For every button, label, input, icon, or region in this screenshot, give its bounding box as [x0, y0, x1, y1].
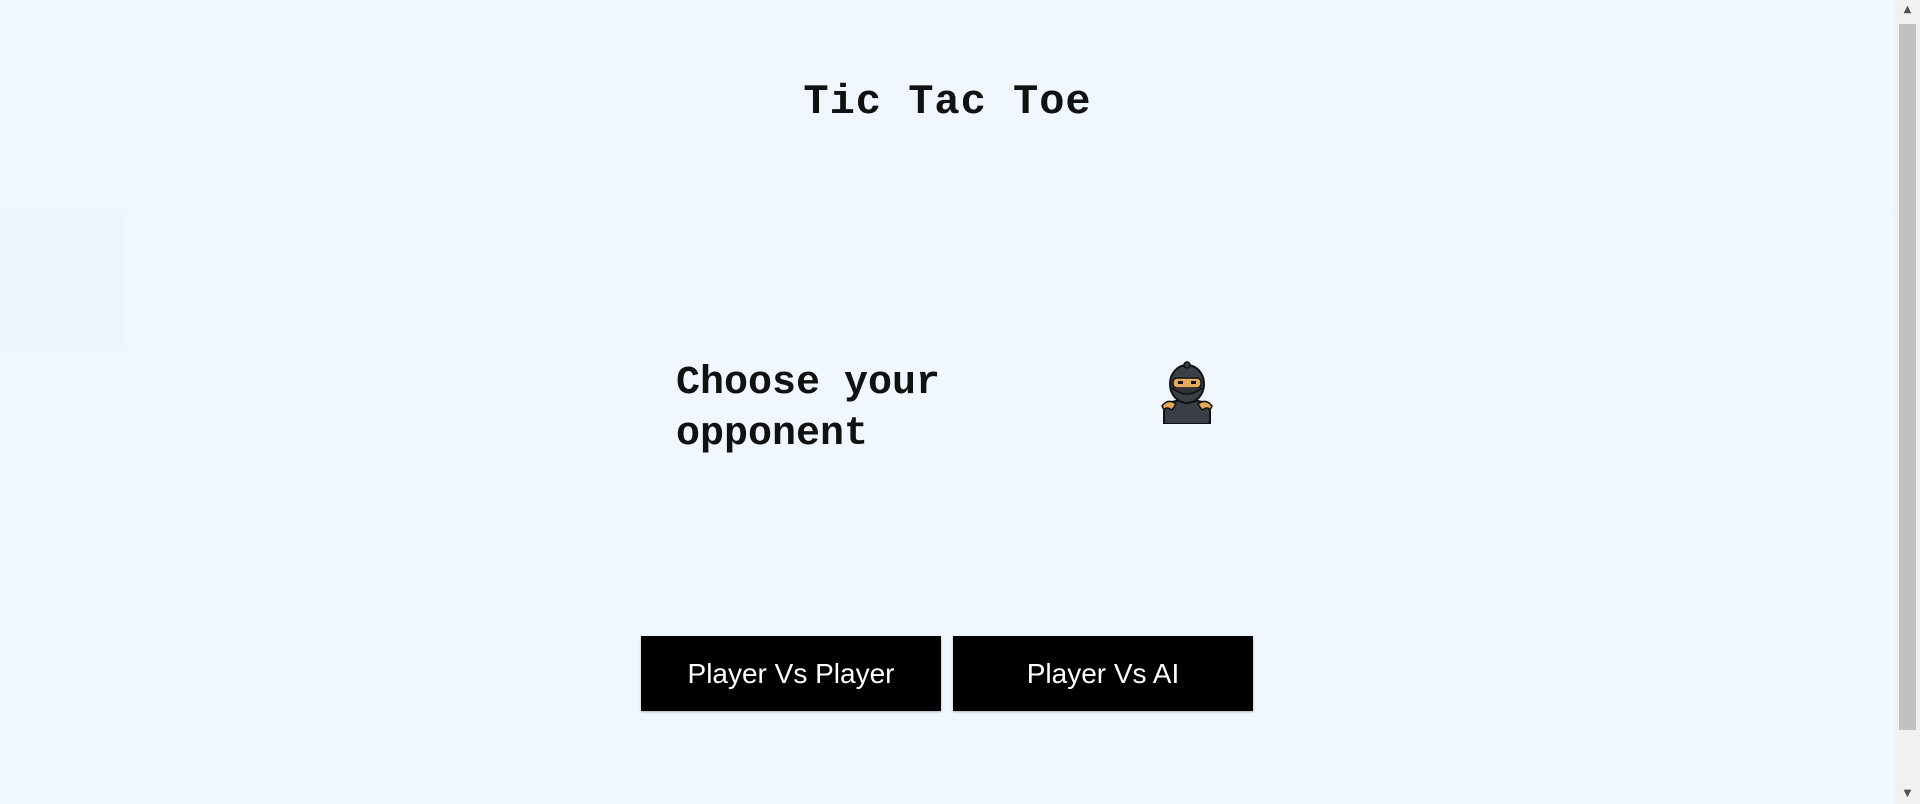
scroll-down-arrow-icon[interactable]: ▼ [1895, 784, 1920, 804]
ninja-icon [1158, 360, 1216, 425]
background-divider [125, 210, 1895, 211]
background-decoration [0, 210, 125, 350]
scroll-up-arrow-icon[interactable]: ▲ [1895, 0, 1920, 20]
scrollbar-thumb[interactable] [1899, 24, 1916, 730]
opponent-buttons: Player Vs Player Player Vs AI [641, 636, 1255, 712]
opponent-prompt: Choose your opponent [676, 358, 1236, 468]
player-vs-ai-button[interactable]: Player Vs AI [953, 636, 1253, 711]
prompt-text: Choose your opponent [676, 361, 941, 457]
page-title: Tic Tac Toe [803, 78, 1092, 126]
game-viewport: Tic Tac Toe Choose your opponent Player … [0, 0, 1895, 804]
vertical-scrollbar[interactable]: ▲ ▼ [1895, 0, 1920, 804]
player-vs-player-button[interactable]: Player Vs Player [641, 636, 941, 711]
page: Tic Tac Toe Choose your opponent Player … [0, 0, 1920, 804]
